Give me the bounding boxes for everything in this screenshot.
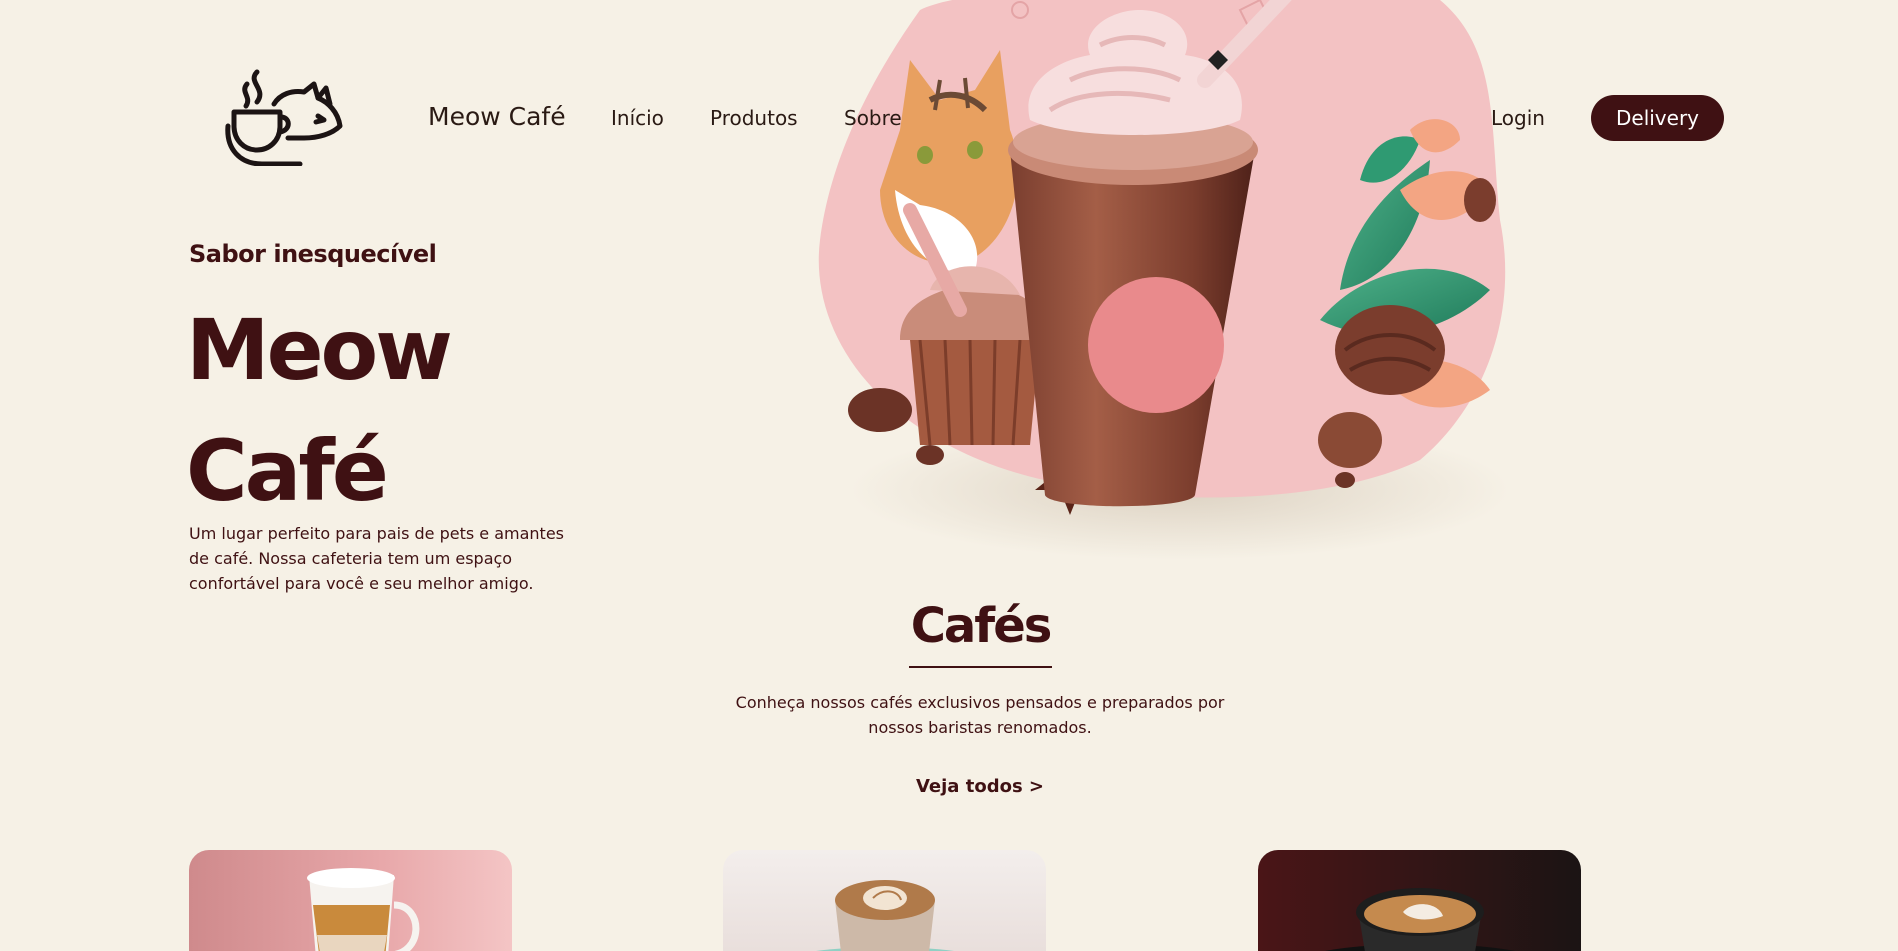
delivery-button[interactable]: Delivery (1591, 95, 1724, 141)
coffee-card-2[interactable] (723, 850, 1046, 951)
coffees-section-description: Conheça nossos cafés exclusivos pensados… (735, 693, 1225, 737)
coffee-card-3[interactable] (1258, 850, 1581, 951)
see-all-link[interactable]: Veja todos > (900, 776, 1060, 797)
latte-macchiato-glass-icon (307, 868, 420, 951)
coffee-card-1[interactable] (189, 850, 512, 951)
hero-coffee-illustration (818, 0, 1510, 560)
section-title-underline (909, 666, 1052, 668)
nav-brand[interactable]: Meow Café (428, 102, 566, 131)
nav-item-inicio[interactable]: Início (611, 106, 664, 130)
hero-description: Um lugar perfeito para pais de pets e am… (189, 524, 564, 593)
cat-coffee-cup-logo-icon[interactable] (222, 64, 348, 166)
black-cup-latte-art-icon (1325, 888, 1515, 951)
hero-title-line-1: Meow (186, 301, 453, 399)
coffees-section-title: Cafés (910, 598, 1053, 654)
hero-title-line-2: Café (186, 422, 389, 520)
page: Meow Café Início Produtos Sobre Login De… (0, 0, 1898, 951)
nav-item-produtos[interactable]: Produtos (710, 106, 798, 130)
hero-tagline: Sabor inesquecível (189, 240, 437, 268)
login-link[interactable]: Login (1491, 106, 1545, 130)
nav-item-sobre[interactable]: Sobre (844, 106, 902, 130)
cappuccino-latte-art-icon (815, 880, 955, 951)
hero-title: Meow Café (186, 290, 606, 532)
